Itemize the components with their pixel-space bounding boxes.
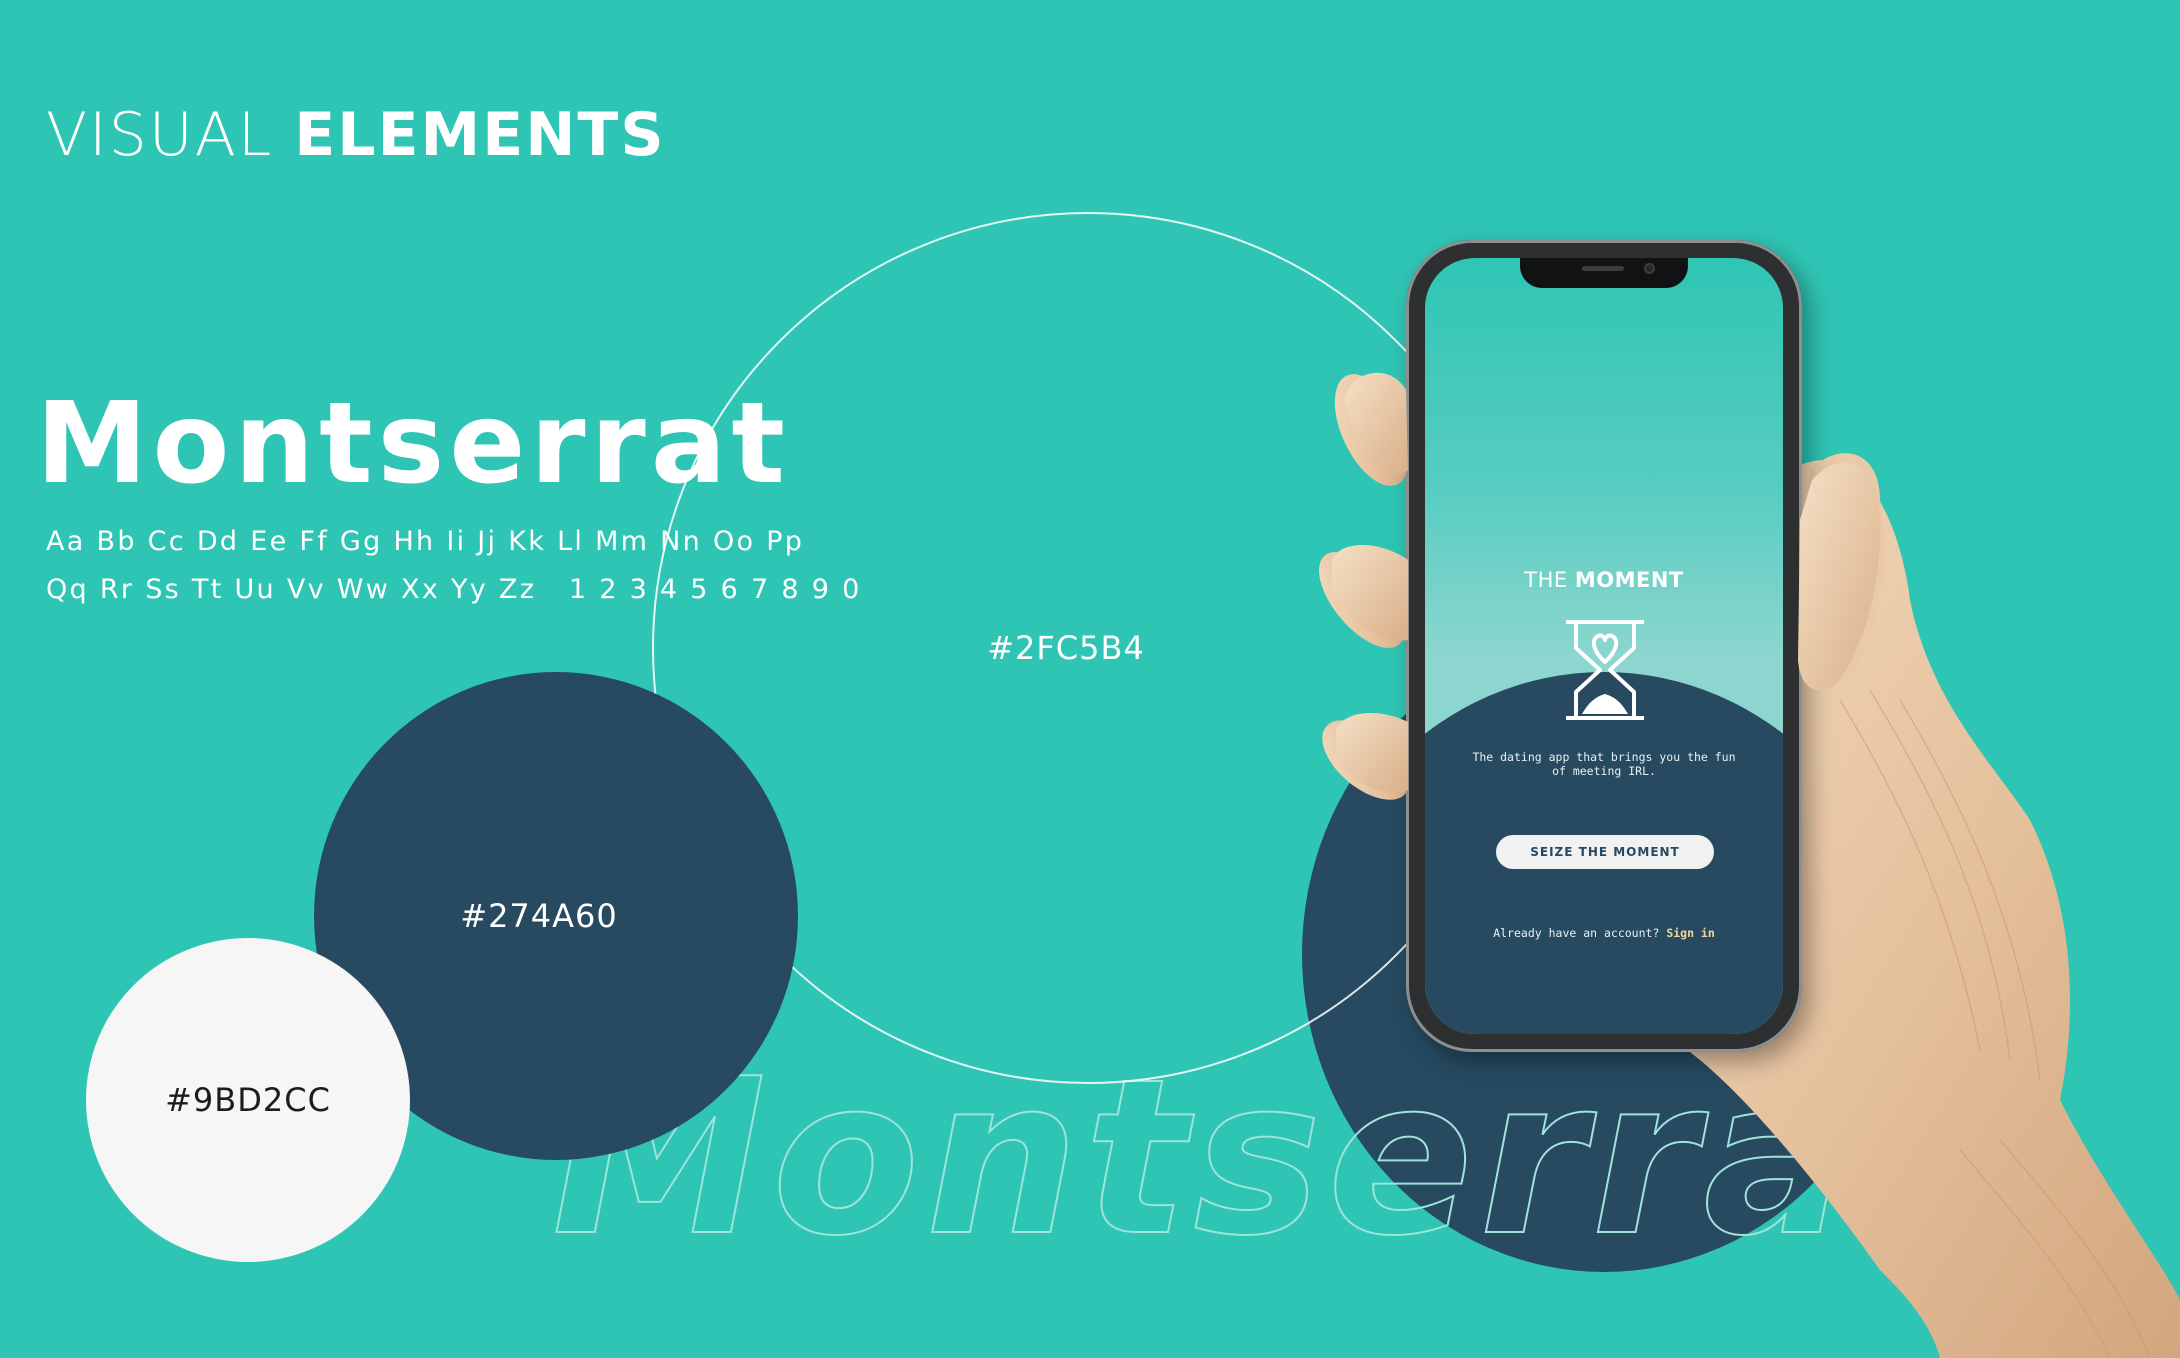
app-tagline: The dating app that brings you the fun o… xyxy=(1472,750,1736,778)
phone-notch xyxy=(1520,258,1688,288)
signin-prompt: Already have an account? xyxy=(1493,926,1660,940)
phone-mockup: THE MOMENT The dating app that brings yo… xyxy=(1406,240,1802,1052)
signin-row: Already have an account? Sign in xyxy=(1425,926,1783,940)
signin-link[interactable]: Sign in xyxy=(1666,926,1714,940)
speaker-icon xyxy=(1582,266,1624,271)
phone-screen: THE MOMENT The dating app that brings yo… xyxy=(1425,258,1783,1034)
seize-the-moment-button[interactable]: SEIZE THE MOMENT xyxy=(1496,835,1714,869)
app-title-light: THE xyxy=(1524,568,1568,592)
hourglass-heart-icon xyxy=(1566,620,1644,720)
app-title-bold: MOMENT xyxy=(1574,568,1684,592)
camera-icon xyxy=(1644,263,1655,274)
app-title: THE MOMENT xyxy=(1425,568,1783,592)
wooden-hand-illustration xyxy=(1318,374,2180,1358)
